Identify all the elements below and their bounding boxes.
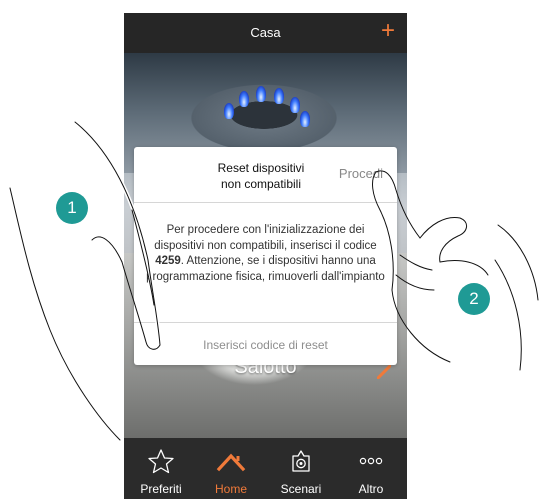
- nav-item-preferiti[interactable]: Preferiti: [126, 438, 196, 499]
- nav-label: Preferiti: [140, 482, 182, 496]
- edit-pencil-icon[interactable]: [377, 365, 391, 379]
- divider: [134, 322, 397, 323]
- top-bar: Casa +: [124, 13, 407, 53]
- flame-icon: [239, 91, 249, 107]
- nav-label: Home: [214, 482, 247, 496]
- flame-icon: [224, 103, 234, 119]
- dialog-message-part1: Per procedere con l'inizializzazione dei…: [154, 224, 377, 252]
- bottom-nav: Preferiti Home Scenari Altro: [124, 438, 407, 499]
- home-roof-icon: [216, 453, 246, 472]
- nav-label: Scenari: [280, 482, 322, 496]
- more-dots-icon: [359, 457, 383, 465]
- stage: Casa + Salotto Reset dispositivi non com…: [0, 0, 540, 499]
- flame-icon: [256, 86, 266, 102]
- dialog-message-part2: . Attenzione, se i dispositivi hanno una…: [146, 255, 385, 283]
- reset-dialog: Reset dispositivi non compatibili Proced…: [134, 147, 397, 365]
- phone-screen: Casa + Salotto Reset dispositivi non com…: [124, 13, 407, 499]
- scenario-gear-icon: [292, 450, 310, 472]
- reset-code: 4259: [155, 255, 181, 267]
- nav-item-scenari[interactable]: Scenari: [266, 438, 336, 499]
- page-title: Casa: [250, 25, 281, 40]
- dialog-title-line2: non compatibili: [220, 177, 302, 191]
- flame-icon: [274, 88, 284, 104]
- proceed-button[interactable]: Procedi: [339, 166, 383, 181]
- star-outline-icon: [148, 449, 174, 474]
- flame-icon: [290, 97, 300, 113]
- step-callout-2: 2: [458, 283, 490, 315]
- dialog-title-line1: Reset dispositivi: [217, 161, 305, 175]
- dialog-message: Per procedere con l'inizializzazione dei…: [144, 223, 387, 285]
- dialog-title: Reset dispositivi non compatibili: [186, 160, 336, 192]
- divider: [134, 202, 397, 203]
- nav-item-home[interactable]: Home: [196, 438, 266, 499]
- step-callout-1: 1: [56, 192, 88, 224]
- add-button[interactable]: +: [381, 17, 395, 45]
- nav-item-altro[interactable]: Altro: [336, 438, 406, 499]
- flame-icon: [300, 111, 310, 127]
- nav-label: Altro: [358, 482, 384, 496]
- reset-code-input[interactable]: [144, 335, 387, 355]
